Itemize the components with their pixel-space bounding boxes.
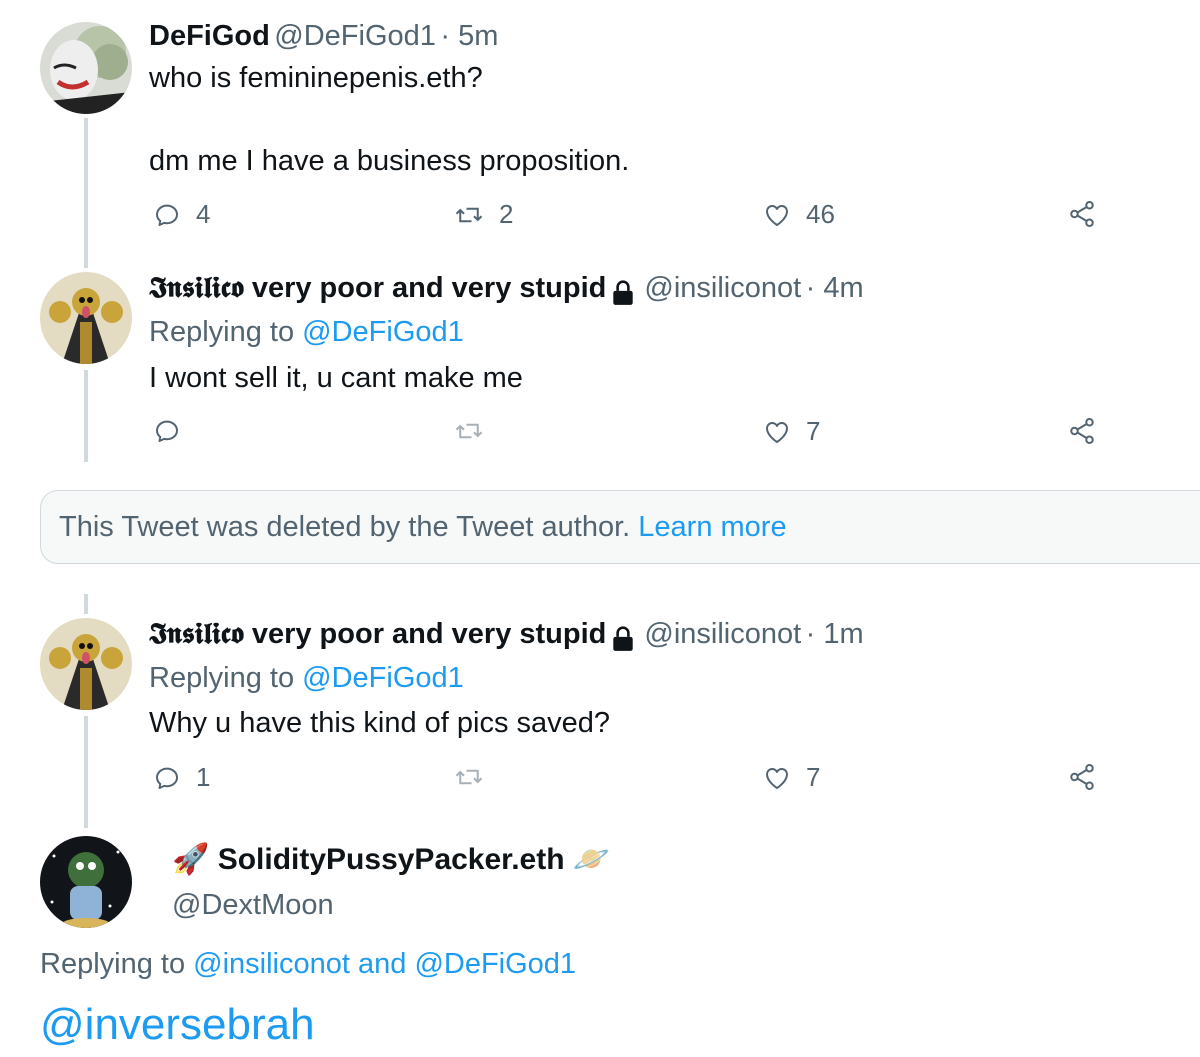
- deleted-tweet-notice: This Tweet was deleted by the Tweet auth…: [40, 490, 1200, 564]
- reply-button[interactable]: 4: [152, 199, 210, 230]
- heart-icon: [762, 763, 792, 793]
- replying-to: Replying to @insiliconot and @DeFiGod1: [40, 948, 576, 981]
- heart-icon: [762, 200, 792, 230]
- like-button[interactable]: 7: [762, 762, 820, 793]
- tweet-text: Why u have this kind of pics saved?: [149, 707, 611, 739]
- share-icon: [1067, 416, 1097, 446]
- deleted-notice-text: This Tweet was deleted by the Tweet auth…: [59, 511, 631, 543]
- thread-line: [84, 370, 88, 462]
- retweet-button[interactable]: [453, 762, 499, 792]
- thread-line: [84, 594, 88, 614]
- display-name[interactable]: 𝕴𝖓𝖘𝖎𝖑𝖎𝖈𝖔 very poor and very stupid: [149, 618, 606, 650]
- reply-icon: [152, 200, 182, 230]
- retweet-icon: [453, 416, 485, 446]
- replying-prefix: Replying to: [40, 948, 194, 980]
- learn-more-link[interactable]: Learn more: [638, 511, 786, 543]
- mention-link[interactable]: @DeFiGod1: [414, 948, 576, 980]
- avatar[interactable]: [40, 618, 132, 710]
- share-icon: [1067, 762, 1097, 792]
- share-button[interactable]: [1067, 762, 1097, 792]
- replying-prefix: Replying to: [149, 316, 303, 348]
- reply-button[interactable]: [152, 416, 196, 446]
- like-count: 46: [806, 199, 835, 229]
- mention-link[interactable]: @insiliconot: [193, 948, 350, 980]
- avatar[interactable]: [40, 272, 132, 364]
- like-count: 7: [806, 416, 821, 446]
- retweet-count: 2: [499, 199, 514, 229]
- timestamp[interactable]: · 4m: [806, 272, 864, 304]
- timestamp[interactable]: · 1m: [806, 618, 864, 650]
- avatar[interactable]: [40, 22, 132, 114]
- replying-to: Replying to @DeFiGod1: [149, 316, 464, 349]
- main-tweet-text[interactable]: @inversebrah: [40, 1000, 315, 1050]
- lock-icon: [613, 280, 634, 305]
- share-icon: [1067, 199, 1097, 229]
- tweet-header: 𝕴𝖓𝖘𝖎𝖑𝖎𝖈𝖔 very poor and very stupid @insil…: [149, 618, 864, 653]
- share-button[interactable]: [1067, 416, 1097, 446]
- replying-and: and: [349, 948, 415, 980]
- tweet-text: who is femininepenis.eth?: [149, 62, 483, 94]
- mention-link[interactable]: @DeFiGod1: [302, 316, 464, 348]
- replying-to: Replying to @DeFiGod1: [149, 662, 464, 695]
- mention-link[interactable]: @DeFiGod1: [302, 662, 464, 694]
- avatar[interactable]: [40, 836, 132, 928]
- retweet-icon: [453, 200, 485, 230]
- reply-count: 4: [196, 199, 211, 229]
- retweet-button[interactable]: [453, 416, 499, 446]
- lock-icon: [613, 626, 634, 651]
- reply-icon: [152, 416, 182, 446]
- like-count: 7: [806, 762, 821, 792]
- tweet-text: dm me I have a business proposition.: [149, 145, 630, 177]
- display-name[interactable]: SolidityPussyPacker.eth: [218, 843, 565, 876]
- tweet-text: I wont sell it, u cant make me: [149, 362, 523, 394]
- like-button[interactable]: 46: [762, 199, 835, 230]
- reply-button[interactable]: 1: [152, 762, 210, 793]
- reply-count: 1: [196, 762, 211, 792]
- tweet-header: 𝕴𝖓𝖘𝖎𝖑𝖎𝖈𝖔 very poor and very stupid @insil…: [149, 272, 864, 307]
- heart-icon: [762, 417, 792, 447]
- retweet-button[interactable]: 2: [453, 199, 513, 230]
- retweet-icon: [453, 762, 485, 792]
- reply-icon: [152, 763, 182, 793]
- display-name[interactable]: DeFiGod: [149, 20, 270, 52]
- timestamp[interactable]: · 5m: [440, 20, 498, 52]
- like-button[interactable]: 7: [762, 416, 820, 447]
- display-name[interactable]: 𝕴𝖓𝖘𝖎𝖑𝖎𝖈𝖔 very poor and very stupid: [149, 272, 606, 304]
- thread-line: [84, 118, 88, 268]
- user-handle[interactable]: @DeFiGod1: [274, 20, 436, 52]
- user-handle[interactable]: @DextMoon: [172, 889, 334, 922]
- tweet-header: DeFiGod @DeFiGod1 · 5m: [149, 20, 498, 53]
- main-tweet-header: 🚀 SolidityPussyPacker.eth 🪐: [172, 842, 610, 877]
- share-button[interactable]: [1067, 199, 1097, 229]
- replying-prefix: Replying to: [149, 662, 303, 694]
- thread-line: [84, 716, 88, 828]
- planet-icon: 🪐: [572, 843, 611, 876]
- user-handle[interactable]: @insiliconot: [644, 272, 801, 304]
- user-handle[interactable]: @insiliconot: [644, 618, 801, 650]
- rocket-icon: 🚀: [172, 843, 210, 876]
